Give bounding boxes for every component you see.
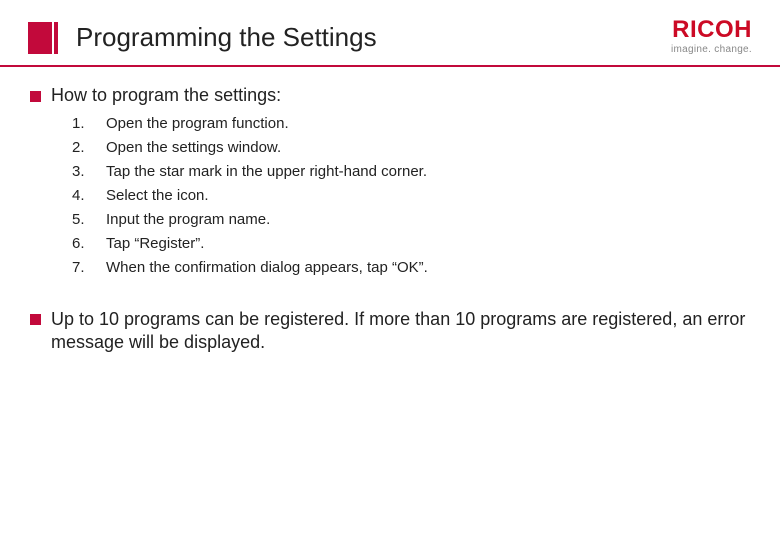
list-item: 2. Open the settings window. <box>72 136 750 160</box>
list-item: 6. Tap “Register”. <box>72 232 750 256</box>
list-item: 5. Input the program name. <box>72 208 750 232</box>
page-title: Programming the Settings <box>76 22 377 53</box>
list-item: 1. Open the program function. <box>72 112 750 136</box>
logo-tagline: imagine. change. <box>671 44 752 55</box>
note-text: Up to 10 programs can be registered. If … <box>51 308 750 353</box>
list-item: 4. Select the icon. <box>72 184 750 208</box>
logo-text: RICOH <box>671 18 752 42</box>
step-number: 5. <box>72 208 106 232</box>
step-text: Tap “Register”. <box>106 232 204 256</box>
step-number: 4. <box>72 184 106 208</box>
square-bullet-icon <box>30 91 41 102</box>
list-item: 3. Tap the star mark in the upper right-… <box>72 160 750 184</box>
intro-row: How to program the settings: <box>30 85 750 106</box>
step-number: 2. <box>72 136 106 160</box>
note-row: Up to 10 programs can be registered. If … <box>30 308 750 353</box>
step-text: When the confirmation dialog appears, ta… <box>106 256 428 280</box>
step-text: Open the settings window. <box>106 136 281 160</box>
brand-logo: RICOH imagine. change. <box>671 18 752 57</box>
content: How to program the settings: 1. Open the… <box>0 67 780 353</box>
step-number: 7. <box>72 256 106 280</box>
intro-text: How to program the settings: <box>51 85 281 106</box>
square-bullet-icon <box>30 314 41 325</box>
step-text: Tap the star mark in the upper right-han… <box>106 160 427 184</box>
step-text: Open the program function. <box>106 112 289 136</box>
step-number: 3. <box>72 160 106 184</box>
title-bullet-icon <box>28 22 58 54</box>
list-item: 7. When the confirmation dialog appears,… <box>72 256 750 280</box>
step-number: 6. <box>72 232 106 256</box>
step-text: Input the program name. <box>106 208 270 232</box>
header: Programming the Settings RICOH imagine. … <box>0 0 780 67</box>
step-text: Select the icon. <box>106 184 209 208</box>
step-number: 1. <box>72 112 106 136</box>
steps-list: 1. Open the program function. 2. Open th… <box>72 112 750 280</box>
